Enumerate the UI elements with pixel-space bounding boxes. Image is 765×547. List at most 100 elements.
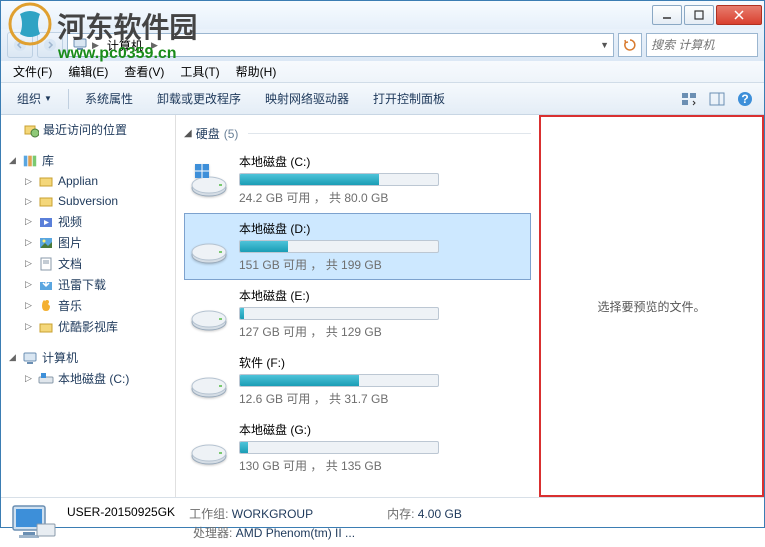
chevron-right-icon[interactable]: ▶ (151, 40, 158, 51)
recent-icon (23, 122, 39, 138)
expand-icon[interactable]: ▷ (23, 279, 34, 290)
titlebar[interactable] (1, 1, 764, 29)
drive-item[interactable]: 本地磁盘 (E:)127 GB 可用 ， 共 129 GB (184, 280, 531, 347)
view-options-button[interactable] (676, 87, 702, 111)
sidebar-item-lib[interactable]: ▷Applian (1, 171, 175, 191)
tree-label: 优酷影视库 (58, 318, 118, 335)
sidebar-item-lib[interactable]: ▷图片 (1, 232, 175, 253)
drive-name: 本地磁盘 (C:) (239, 153, 526, 170)
drive-icon (189, 160, 229, 200)
explorer-window: ▶ 计算机 ▶ ▼ 文件(F) 编辑(E) 查看(V) 工具(T) 帮助(H) … (0, 0, 765, 528)
drive-item[interactable]: 本地磁盘 (G:) 130 GB 可用 ， 共 135 GB (184, 414, 531, 481)
collapse-icon[interactable]: ◢ (184, 128, 192, 139)
folder-icon (38, 256, 54, 272)
tree-label: 视频 (58, 213, 82, 230)
map-drive-button[interactable]: 映射网络驱动器 (255, 86, 359, 111)
preview-placeholder: 选择要预览的文件。 (597, 298, 705, 315)
tree-label: 迅雷下载 (58, 276, 106, 293)
drive-icon (189, 361, 229, 401)
uninstall-button[interactable]: 卸载或更改程序 (147, 86, 251, 111)
sidebar-item-lib[interactable]: ▷ 音乐 (1, 295, 175, 316)
capacity-bar (239, 173, 439, 186)
drive-item[interactable]: 本地磁盘 (C:) 24.2 GB 可用 ， 共 80.0 GB (184, 146, 531, 213)
folder-icon (38, 319, 54, 335)
organize-button[interactable]: 组织 ▼ (7, 86, 62, 111)
tree-label: 库 (42, 152, 54, 169)
breadcrumb-computer[interactable]: 计算机 (103, 36, 147, 55)
drive-space: 24.2 GB 可用 ， 共 80.0 GB (239, 189, 526, 206)
tree-label: 最近访问的位置 (43, 121, 127, 138)
memory-value: 4.00 GB (418, 507, 462, 521)
drive-item[interactable]: 软件 (F:)12.6 GB 可用 ， 共 31.7 GB (184, 347, 531, 414)
capacity-bar (239, 307, 439, 320)
collapse-icon[interactable]: ◢ (7, 352, 18, 363)
tree-label: 音乐 (58, 297, 82, 314)
expand-icon[interactable]: ▷ (23, 258, 34, 269)
expand-icon[interactable]: ▷ (23, 300, 34, 311)
maximize-button[interactable] (684, 5, 714, 25)
menu-help[interactable]: 帮助(H) (228, 61, 285, 82)
capacity-bar (239, 374, 439, 387)
system-properties-button[interactable]: 系统属性 (75, 86, 143, 111)
drive-name: 本地磁盘 (D:) (239, 220, 526, 237)
computer-icon (22, 350, 38, 366)
refresh-button[interactable] (618, 33, 642, 57)
sidebar-item-lib[interactable]: ▷文档 (1, 253, 175, 274)
computer-icon (72, 36, 88, 55)
drive-icon (38, 371, 54, 387)
svg-text:?: ? (741, 92, 748, 106)
preview-pane-button[interactable] (704, 87, 730, 111)
dropdown-icon[interactable]: ▼ (600, 40, 609, 50)
minimize-button[interactable] (652, 5, 682, 25)
search-input[interactable] (651, 38, 753, 52)
tree-label: Subversion (58, 194, 118, 208)
sidebar-item-recent[interactable]: 最近访问的位置 (1, 119, 175, 140)
sidebar-item-computer[interactable]: ◢ 计算机 (1, 347, 175, 368)
sidebar-item-lib[interactable]: ▷ Subversion (1, 191, 175, 211)
folder-icon (38, 214, 54, 230)
menu-tools[interactable]: 工具(T) (172, 61, 227, 82)
forward-button[interactable] (37, 32, 63, 58)
folder-icon (38, 277, 54, 293)
expand-icon[interactable]: ▷ (23, 321, 34, 332)
expand-icon[interactable]: ▷ (23, 373, 34, 384)
back-button[interactable] (7, 32, 33, 58)
tree-label: 计算机 (42, 349, 78, 366)
address-box[interactable]: ▶ 计算机 ▶ ▼ (67, 33, 614, 57)
drive-space: 127 GB 可用 ， 共 129 GB (239, 323, 526, 340)
separator (68, 89, 69, 109)
help-button[interactable]: ? (732, 87, 758, 111)
sidebar-item-drive-c[interactable]: ▷ 本地磁盘 (C:) (1, 368, 175, 389)
drive-space: 130 GB 可用 ， 共 135 GB (239, 457, 526, 474)
drive-space: 151 GB 可用 ， 共 199 GB (239, 256, 526, 273)
address-bar: ▶ 计算机 ▶ ▼ (1, 29, 764, 61)
drive-item[interactable]: 本地磁盘 (D:) 151 GB 可用 ， 共 199 GB (184, 213, 531, 280)
details-pane: USER-20150925GK 工作组: WORKGROUP 内存: 4.00 … (1, 497, 764, 547)
workgroup-label: 工作组: (189, 507, 228, 521)
breadcrumb-label: 计算机 (107, 37, 143, 54)
content-pane: ◢ 硬盘 (5) 本地磁盘 (C:) 24.2 GB 可用 ， 共 80.0 GB… (176, 115, 539, 497)
sidebar-item-lib[interactable]: ▷ 迅雷下载 (1, 274, 175, 295)
menu-edit[interactable]: 编辑(E) (60, 61, 116, 82)
body: 最近访问的位置 ◢ 库 ▷Applian▷Subversion▷视频▷图片▷文档… (1, 115, 764, 497)
close-button[interactable] (716, 5, 762, 25)
expand-icon[interactable]: ▷ (23, 216, 34, 227)
chevron-right-icon[interactable]: ▶ (92, 40, 99, 51)
sidebar-item-lib[interactable]: ▷ 视频 (1, 211, 175, 232)
expand-icon[interactable]: ▷ (23, 237, 34, 248)
control-panel-button[interactable]: 打开控制面板 (363, 86, 455, 111)
menu-view[interactable]: 查看(V) (116, 61, 172, 82)
computer-large-icon (9, 502, 57, 544)
collapse-icon[interactable]: ◢ (7, 155, 18, 166)
expand-icon[interactable]: ▷ (23, 176, 34, 187)
menu-file[interactable]: 文件(F) (5, 61, 60, 82)
group-header-drives[interactable]: ◢ 硬盘 (5) (184, 121, 531, 146)
search-box[interactable] (646, 33, 758, 57)
drive-icon (189, 428, 229, 468)
drive-name: 本地磁盘 (G:) (239, 421, 526, 438)
capacity-bar (239, 240, 439, 253)
capacity-bar (239, 441, 439, 454)
expand-icon[interactable]: ▷ (23, 196, 34, 207)
sidebar-item-libraries[interactable]: ◢ 库 (1, 150, 175, 171)
sidebar-item-lib[interactable]: ▷ 优酷影视库 (1, 316, 175, 337)
